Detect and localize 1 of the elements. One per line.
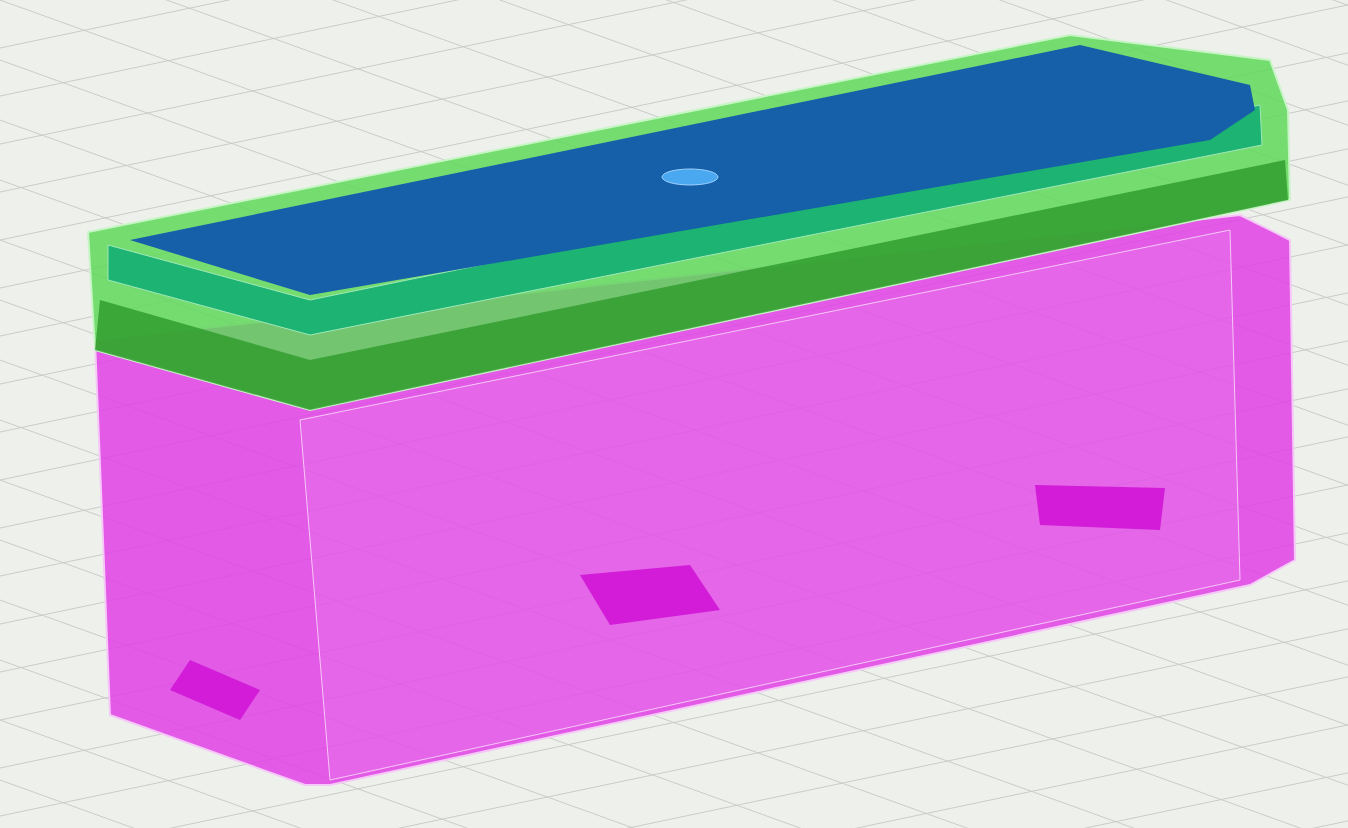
mounting-hole <box>661 168 719 186</box>
